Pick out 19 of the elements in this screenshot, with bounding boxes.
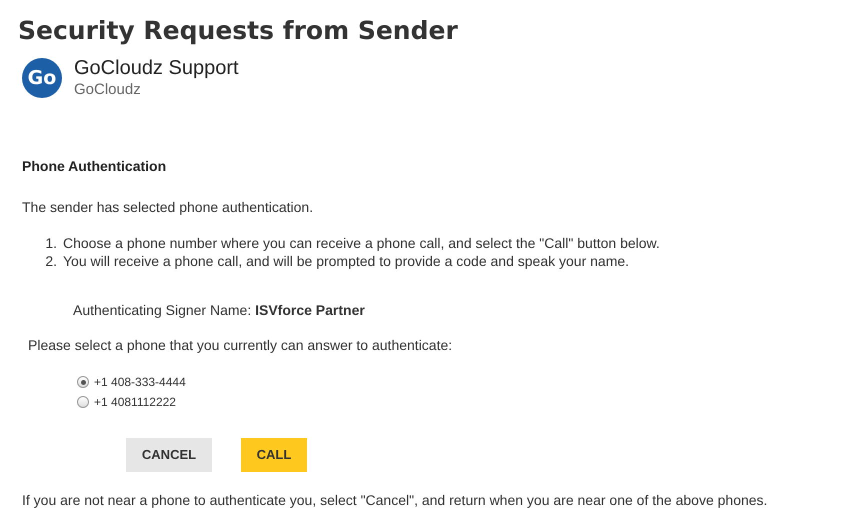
intro-text: The sender has selected phone authentication. bbox=[22, 199, 314, 215]
phone-number: +1 4081112222 bbox=[94, 394, 176, 410]
cancel-button[interactable]: CANCEL bbox=[126, 438, 212, 472]
step-number: 1. bbox=[44, 234, 57, 252]
radio-button[interactable] bbox=[77, 376, 89, 388]
page-title: Security Requests from Sender bbox=[18, 15, 458, 47]
radio-button[interactable] bbox=[77, 396, 89, 408]
step-text: Choose a phone number where you can receive a phone call, and select the "Call" button below. bbox=[63, 234, 660, 252]
footer-text: If you are not near a phone to authenticate you, select "Cancel", and return when you are near one of the above phones. bbox=[22, 492, 768, 508]
logo-icon: Go bbox=[22, 58, 62, 98]
step-text: You will receive a phone call, and will be prompted to provide a code and speak your name. bbox=[63, 252, 630, 270]
phone-number: +1 408-333-4444 bbox=[94, 374, 186, 390]
step-number: 2. bbox=[44, 252, 57, 270]
call-button[interactable]: CALL bbox=[241, 438, 307, 472]
sender-name: GoCloudz Support bbox=[74, 56, 239, 80]
signer-name: Authenticating Signer Name: ISVforce Partner bbox=[73, 302, 365, 318]
prompt-text: Please select a phone that you currently can answer to authenticate: bbox=[28, 337, 452, 353]
sender-company: GoCloudz bbox=[74, 80, 141, 100]
section-title: Phone Authentication bbox=[22, 158, 166, 174]
